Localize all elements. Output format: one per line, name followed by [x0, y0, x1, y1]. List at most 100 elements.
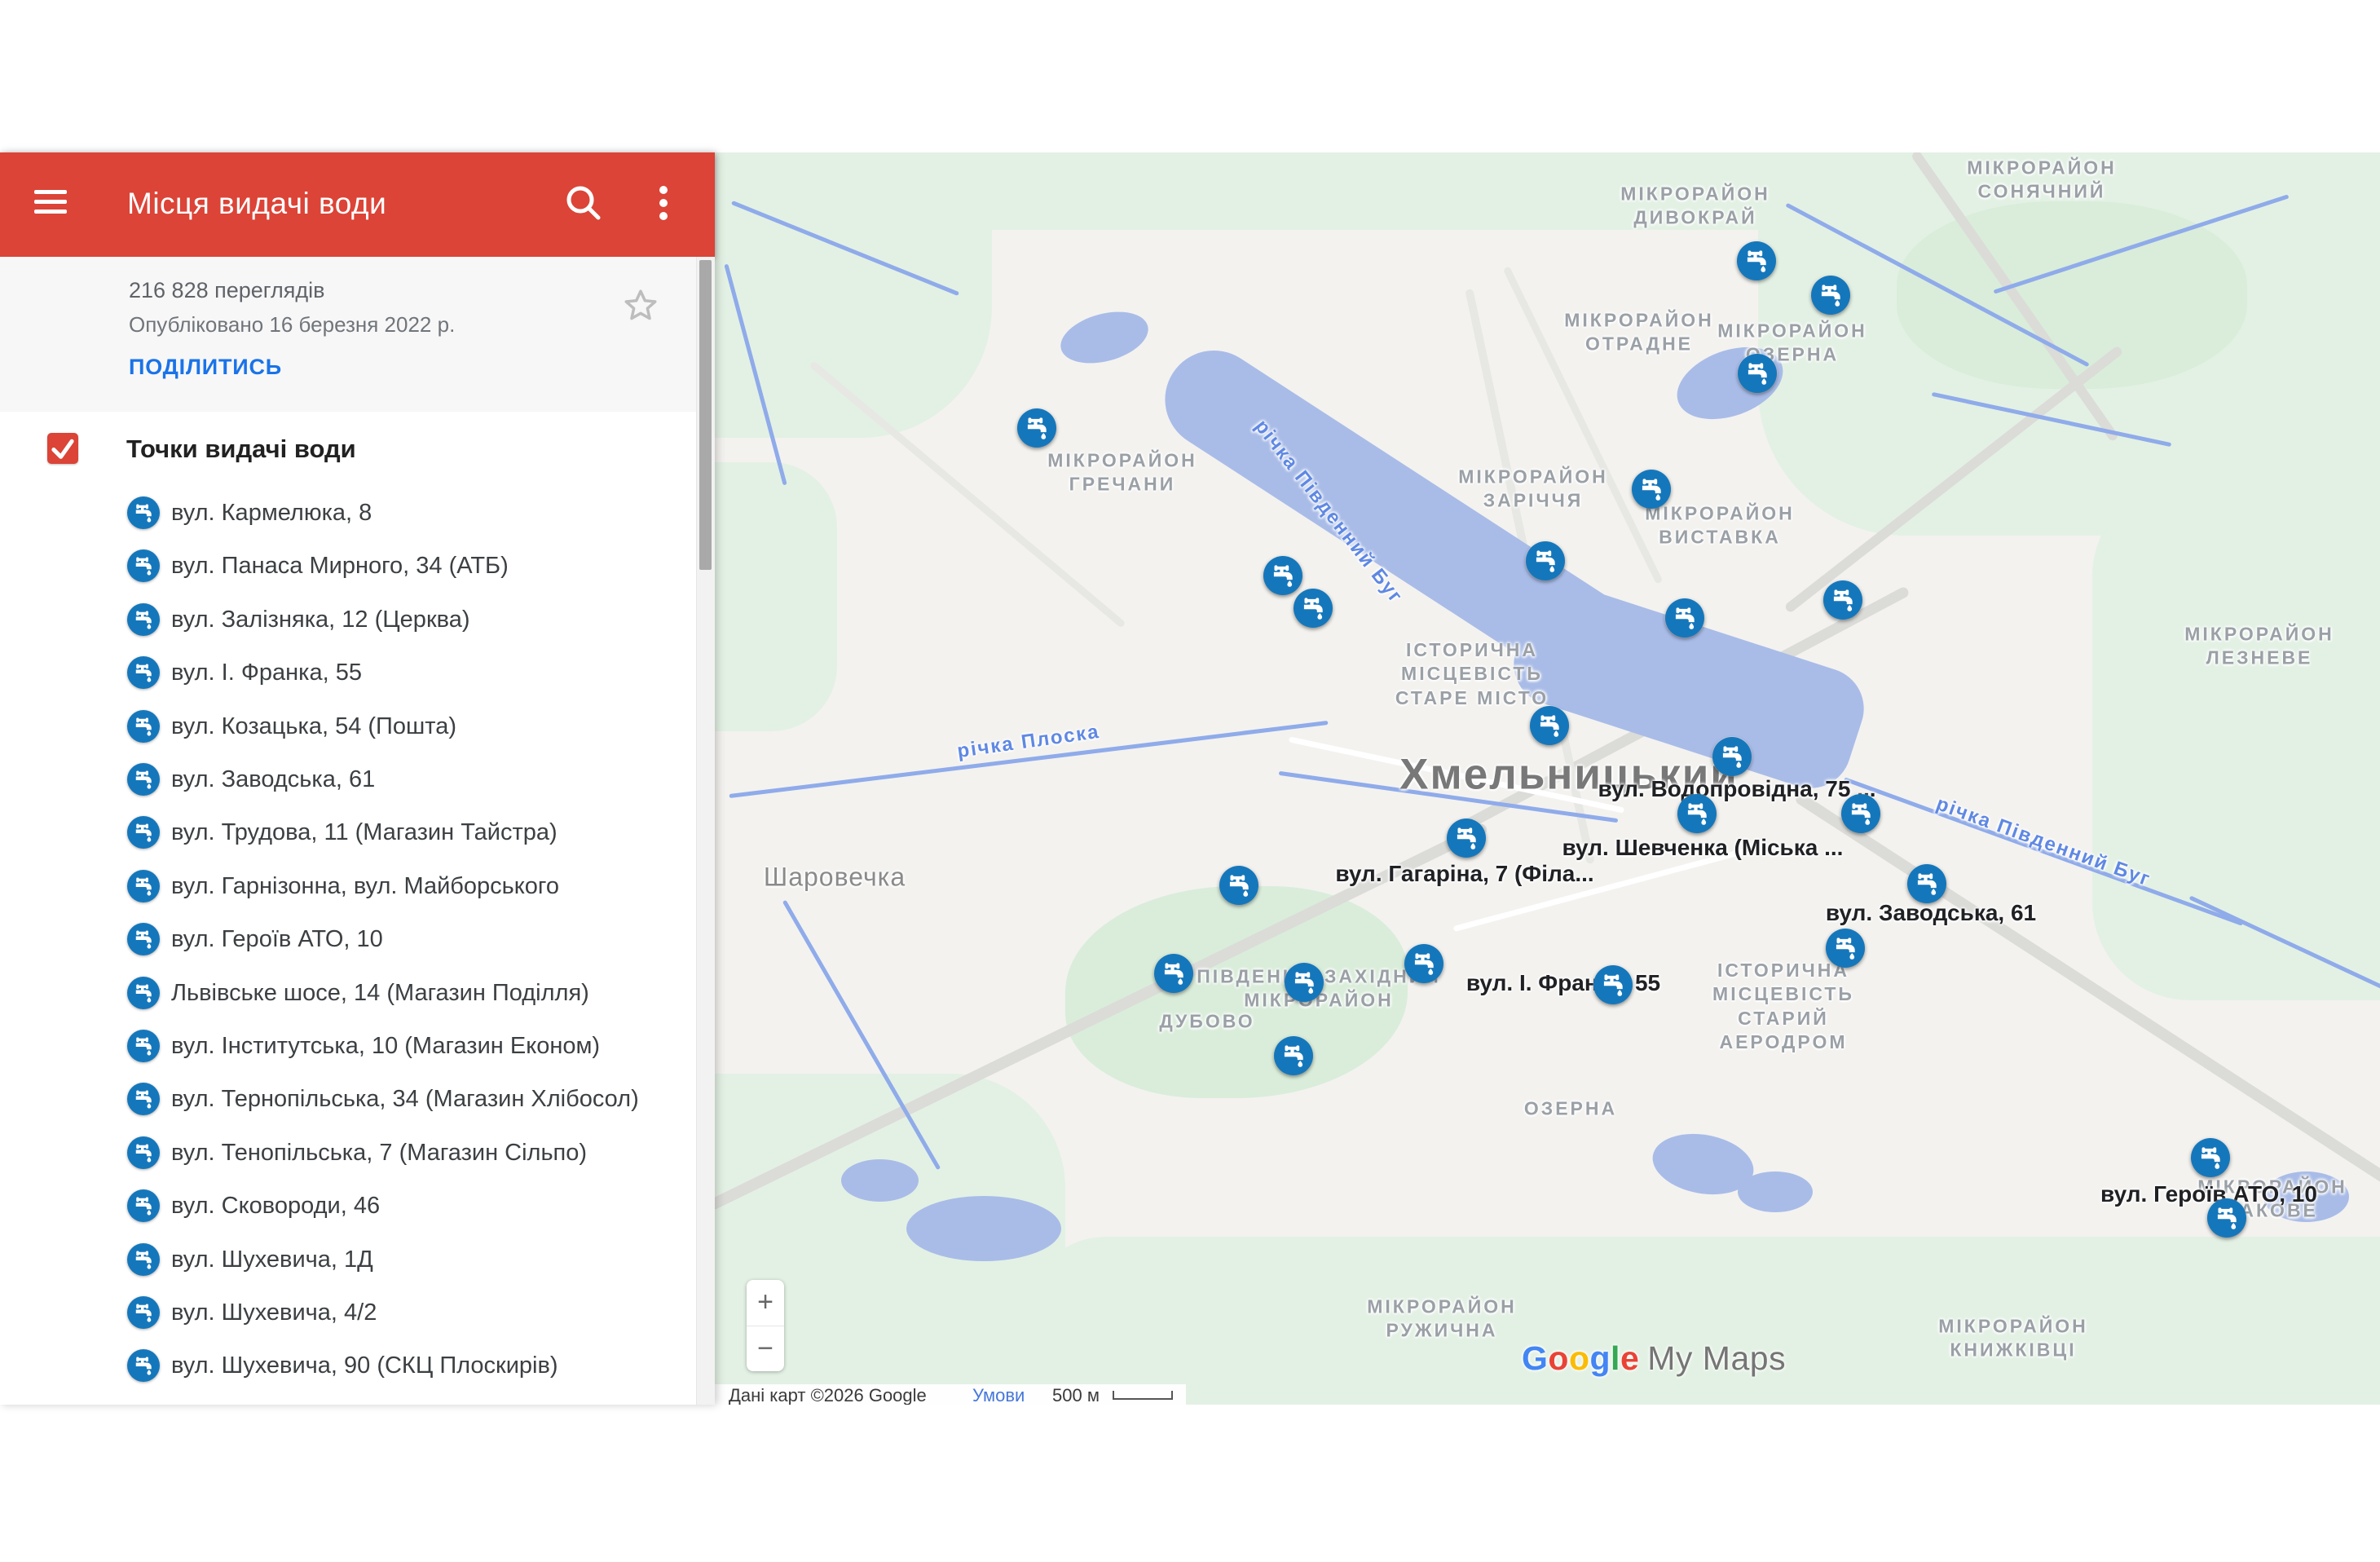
map-attribution: Дані карт ©2026 Google Умови 500 м [715, 1384, 1186, 1405]
water-tap-marker[interactable] [1154, 954, 1193, 993]
water-tap-icon [127, 1136, 160, 1169]
list-item[interactable]: вул. І. Франка, 55 [0, 646, 697, 699]
map-canvas[interactable]: МІКРОРАЙОН СОНЯЧНИЙМІКРОРАЙОН ДИВОКРАЙМІ… [715, 152, 2380, 1405]
water-tap-icon [127, 496, 160, 529]
list-item[interactable]: Львівське шосе, 14 (Магазин Поділля) [0, 967, 697, 1019]
list-item[interactable]: вул. Шухевича, 1Д [0, 1233, 697, 1286]
water-tap-marker[interactable] [1737, 241, 1776, 280]
google-logo-letter: o [1569, 1339, 1590, 1377]
water-tap-marker[interactable] [1285, 963, 1324, 1002]
water-tap-marker[interactable] [1274, 1036, 1313, 1075]
water-tap-marker[interactable] [2207, 1198, 2246, 1238]
list-item-label: вул. Інститутська, 10 (Магазин Економ) [171, 1033, 600, 1060]
map-green-area [1897, 201, 2247, 389]
scale-bar [1113, 1391, 1173, 1400]
views-count: 216 828 переглядів [129, 278, 325, 303]
list-item[interactable]: вул. Шухевича, 90 (СКЦ Плоскирів) [0, 1339, 697, 1392]
region-label: МІКРОРАЙОН ВИСТАВКА [1645, 502, 1794, 550]
list-item[interactable]: вул. Залізняка, 12 (Церква) [0, 593, 697, 646]
my-maps-label: My Maps [1647, 1339, 1786, 1377]
water-tap-marker[interactable] [1677, 794, 1717, 833]
terms-link[interactable]: Умови [972, 1385, 1025, 1405]
list-item[interactable]: вул. Панаса Мирного, 34 (АТБ) [0, 540, 697, 592]
water-tap-icon [127, 603, 160, 636]
lake [2263, 1172, 2349, 1222]
google-my-maps-logo: GoogleMy Maps [1522, 1339, 1786, 1378]
google-logo-letter: o [1548, 1339, 1569, 1377]
water-tap-icon [127, 549, 160, 582]
lake [841, 1159, 919, 1202]
water-points-list: вул. Кармелюка, 8вул. Панаса Мирного, 34… [0, 487, 697, 1405]
water-tap-marker[interactable] [1826, 929, 1865, 968]
water-tap-marker[interactable] [1263, 556, 1302, 595]
list-item[interactable]: вул. Тернопільська, 34 (Магазин Хлібосол… [0, 1073, 697, 1125]
marker-address-label: вул. Заводська, 61 [1826, 900, 2036, 926]
water-tap-marker[interactable] [1841, 794, 1880, 833]
sidebar-header: Місця видачі води [0, 152, 715, 257]
region-label: МІКРОРАЙОН ЗАРІЧЧЯ [1458, 466, 1607, 514]
list-item[interactable]: вул. Заводська, 61 [0, 753, 697, 805]
water-tap-icon [127, 710, 160, 743]
map-green-area [715, 462, 837, 731]
star-icon[interactable] [619, 285, 662, 327]
list-item-label: вул. Сковороди, 46 [171, 1193, 380, 1220]
search-icon[interactable] [558, 177, 610, 229]
water-tap-marker[interactable] [1907, 864, 1946, 903]
water-tap-icon [127, 1349, 160, 1382]
zoom-in-button[interactable]: + [747, 1280, 784, 1325]
list-item[interactable]: вул. Тенопільська, 7 (Магазин Сільпо) [0, 1127, 697, 1179]
list-item-label: вул. Козацька, 54 (Пошта) [171, 713, 456, 740]
sidebar: Місця видачі води 216 828 переглядів Опу… [0, 152, 715, 1405]
google-my-maps-screen: Місця видачі води 216 828 переглядів Опу… [0, 0, 2380, 1562]
lake [1738, 1172, 1813, 1212]
list-item[interactable]: вул. Козацька, 54 (Пошта) [0, 700, 697, 752]
sidebar-scrollbar[interactable] [696, 257, 715, 1405]
list-item-label: вул. Заводська, 61 [171, 766, 375, 793]
list-item[interactable]: вул. Героїв АТО, 10 [0, 913, 697, 965]
water-tap-marker[interactable] [1823, 580, 1862, 620]
list-item[interactable]: вул. Гарнізонна, вул. Майборського [0, 860, 697, 912]
menu-icon[interactable] [34, 190, 67, 218]
water-tap-marker[interactable] [1017, 408, 1056, 448]
list-item[interactable]: вул. Шухевича, 4/2 [0, 1286, 697, 1339]
list-item[interactable]: вул. Сковороди, 46 [0, 1180, 697, 1232]
water-tap-marker[interactable] [1632, 470, 1671, 509]
map-data-text: Дані карт ©2026 Google [729, 1385, 927, 1405]
list-item-label: вул. Шухевича, 4/2 [171, 1299, 377, 1326]
scrollbar-thumb[interactable] [699, 260, 712, 570]
google-logo-letter: e [1620, 1339, 1639, 1377]
list-item-label: Львівське шосе, 14 (Магазин Поділля) [171, 980, 589, 1007]
water-tap-marker[interactable] [1738, 354, 1777, 393]
lake [1055, 303, 1153, 372]
water-tap-marker[interactable] [1447, 819, 1486, 858]
region-label: ІСТОРИЧНА МІСЦЕВІСТЬ СТАРИЙ АЕРОДРОМ [1712, 959, 1854, 1055]
water-tap-marker[interactable] [1404, 944, 1443, 983]
layer-row: Точки видачі води [0, 412, 697, 487]
zoom-control: + − [747, 1280, 784, 1371]
water-tap-marker[interactable] [1530, 706, 1569, 745]
list-item[interactable]: вул. Кармелюка, 8 [0, 487, 697, 539]
water-tap-icon [127, 816, 160, 849]
layer-checkbox[interactable] [47, 433, 78, 464]
marker-address-label: вул. Шевченка (Міська ... [1562, 835, 1844, 861]
zoom-out-button[interactable]: − [747, 1326, 784, 1371]
water-tap-icon [127, 763, 160, 796]
water-tap-marker[interactable] [1294, 589, 1333, 628]
more-options-icon[interactable] [637, 177, 690, 229]
water-tap-marker[interactable] [1712, 737, 1752, 776]
water-tap-marker[interactable] [2191, 1138, 2230, 1177]
water-tap-marker[interactable] [1219, 866, 1258, 905]
water-tap-icon [127, 1296, 160, 1329]
share-button[interactable]: ПОДІЛИТИСЬ [129, 355, 282, 380]
water-tap-icon [127, 1243, 160, 1276]
water-tap-marker[interactable] [1811, 276, 1850, 315]
list-item-label: вул. Героїв АТО, 10 [171, 926, 383, 953]
list-item-label: вул. Гарнізонна, вул. Майборського [171, 873, 559, 900]
water-tap-marker[interactable] [1526, 541, 1565, 580]
list-item-label: вул. І. Франка, 55 [171, 660, 362, 686]
water-tap-marker[interactable] [1593, 965, 1633, 1004]
list-item[interactable]: вул. Трудова, 11 (Магазин Тайстра) [0, 806, 697, 858]
water-tap-marker[interactable] [1665, 598, 1704, 638]
scale-text: 500 м [1052, 1385, 1100, 1405]
list-item[interactable]: вул. Інститутська, 10 (Магазин Економ) [0, 1020, 697, 1072]
